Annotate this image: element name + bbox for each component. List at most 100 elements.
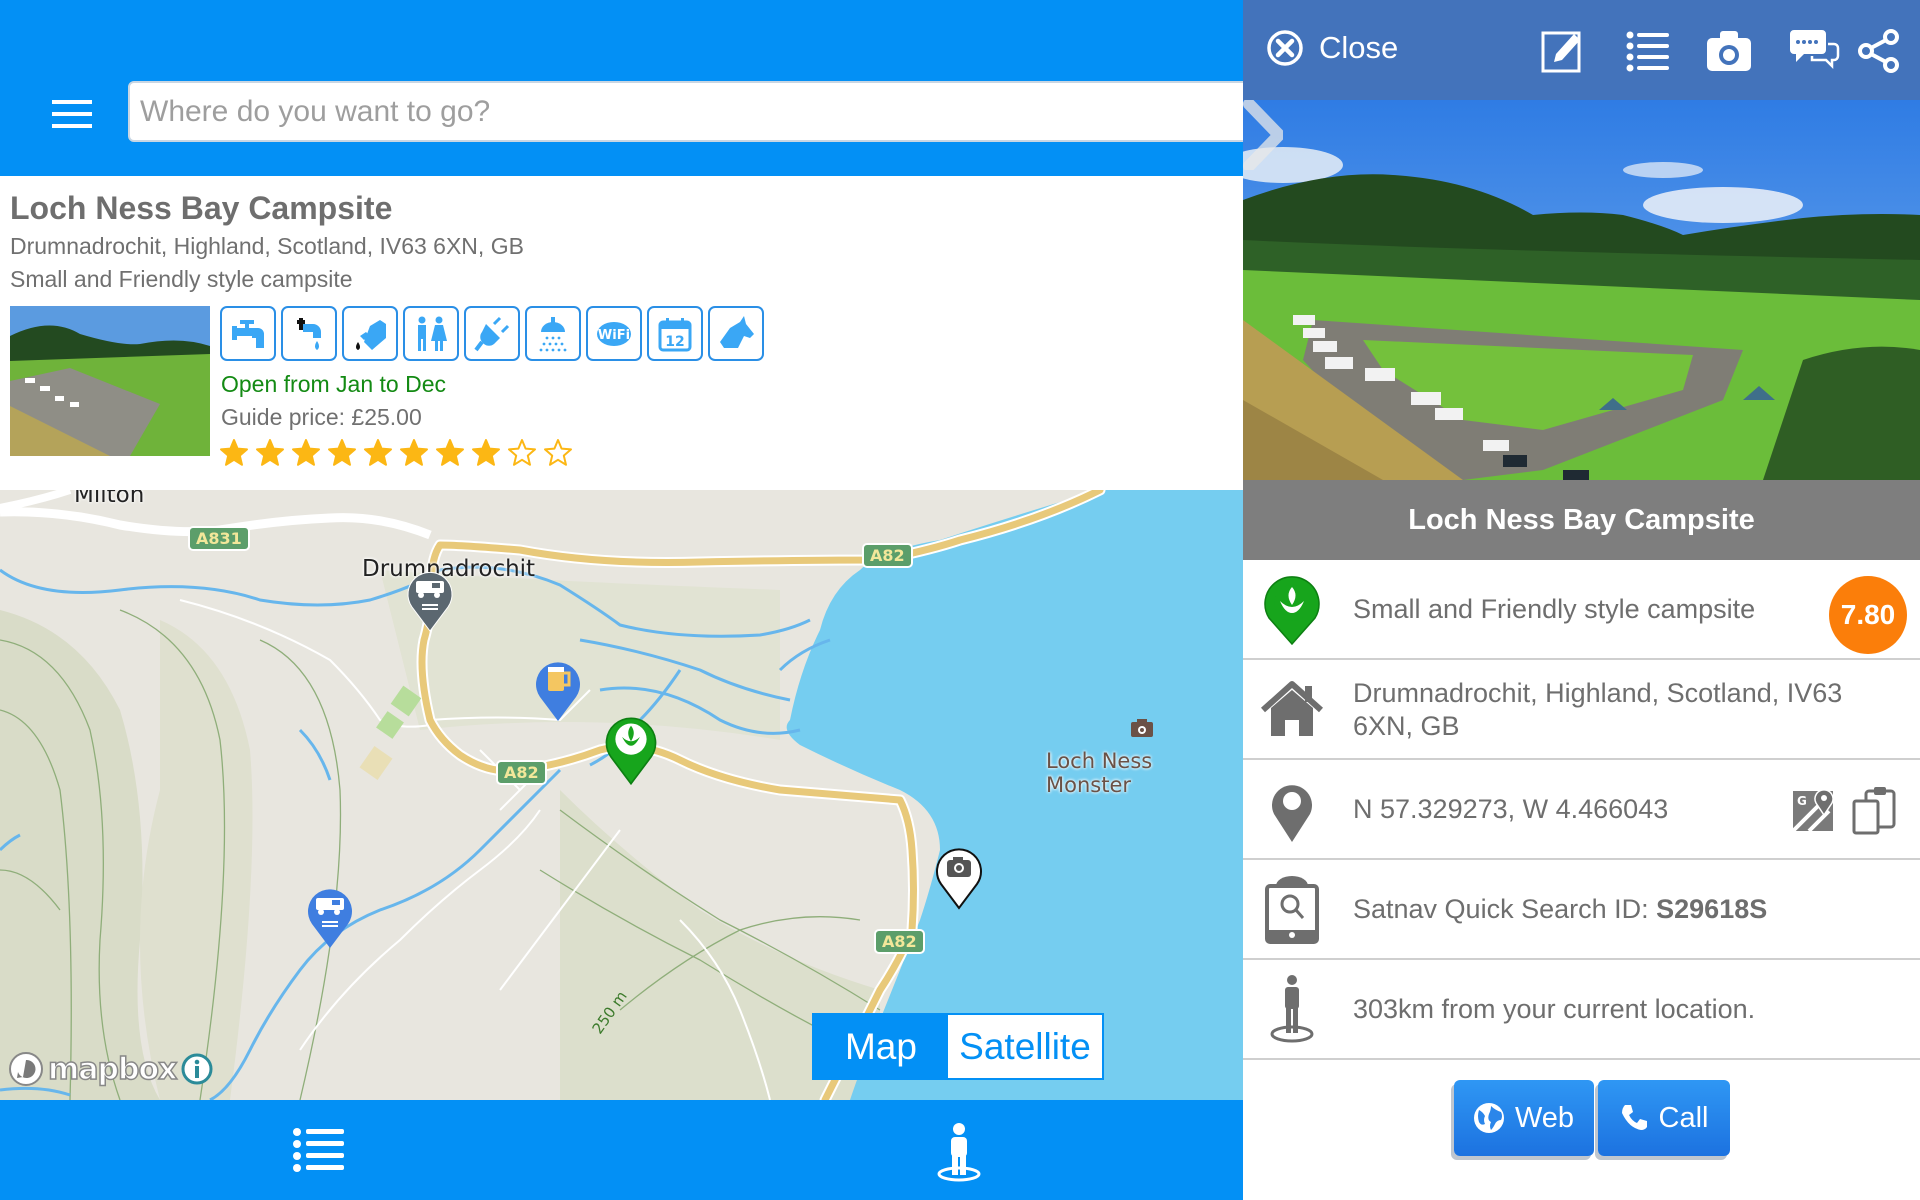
photo-gallery[interactable] (1243, 100, 1920, 480)
phone-icon (1621, 1105, 1647, 1130)
amenity-electric-hookup[interactable] (464, 306, 520, 361)
listing-address: Drumnadrochit, Highland, Scotland, IV63 … (10, 233, 524, 259)
satnav-search-icon (1265, 876, 1319, 944)
distance-person-icon (1270, 975, 1314, 1043)
motorhome-service-pin[interactable] (404, 565, 456, 633)
amenity-showers[interactable] (525, 306, 581, 361)
address-text: Drumnadrochit, Highland, Scotland, IV63 … (1353, 678, 1843, 741)
grey-water-disposal-icon (297, 317, 321, 350)
home-icon (1260, 681, 1324, 736)
amenity-dogs-allowed[interactable] (708, 306, 764, 361)
pub-pin[interactable] (532, 655, 584, 723)
star-filled-icon (400, 439, 428, 466)
panel-header: Close (1243, 0, 1920, 100)
svg-text:G: G (1797, 794, 1807, 808)
water-tap-icon (232, 319, 264, 348)
open-all-year-icon: 12 (658, 317, 692, 351)
bottom-bar (0, 1100, 1243, 1200)
chemical-disposal-icon (356, 319, 386, 350)
search-input[interactable] (128, 81, 1243, 142)
info-icon[interactable] (180, 1052, 214, 1086)
star-filled-icon (364, 439, 392, 466)
hamburger-line (52, 124, 92, 128)
mapbox-logo-icon (9, 1052, 43, 1086)
edit-icon[interactable] (1540, 28, 1586, 74)
next-photo-arrow-icon[interactable] (1243, 100, 1283, 170)
address-row: Drumnadrochit, Highland, Scotland, IV63 … (1243, 660, 1920, 760)
svg-text:WiFi: WiFi (598, 328, 630, 343)
road-shield-a82: A82 (862, 543, 913, 568)
gallery-photo (1243, 100, 1920, 480)
place-label-loch-ness-monster[interactable]: Loch Ness Monster (1046, 749, 1243, 797)
campsite-selected-pin[interactable] (602, 710, 660, 786)
menu-button[interactable] (52, 100, 92, 128)
camera-icon[interactable] (1706, 28, 1752, 74)
poi-camera-icon[interactable] (1130, 718, 1154, 738)
action-buttons: Web Call (1243, 1080, 1920, 1156)
satnav-text: Satnav Quick Search ID: S29618S (1353, 893, 1767, 926)
listing-card[interactable]: Loch Ness Bay Campsite Drumnadrochit, Hi… (0, 176, 1243, 490)
photo-spot-pin[interactable] (933, 842, 985, 910)
star-empty-icon (508, 439, 536, 466)
star-filled-icon (292, 439, 320, 466)
amenity-list: WiFi 12 (220, 306, 764, 361)
web-label: Web (1514, 1101, 1575, 1134)
map-type-toggle: Map Satellite (812, 1013, 1104, 1080)
coordinates-row: N 57.329273, W 4.466043 G (1243, 760, 1920, 860)
call-button[interactable]: Call (1597, 1080, 1730, 1156)
listing-thumbnail[interactable] (10, 306, 210, 456)
reviews-icon[interactable] (1788, 28, 1840, 74)
amenity-water-tap[interactable] (220, 306, 276, 361)
road-shield-a831: A831 (188, 526, 250, 551)
web-button[interactable]: Web (1453, 1080, 1594, 1156)
star-rating (219, 438, 573, 468)
map-canvas[interactable]: 250 m Milton Drumnadrochit Loch Ness Mon… (0, 490, 1243, 1100)
mapbox-attribution[interactable]: mapbox (8, 1051, 214, 1087)
share-icon[interactable] (1856, 28, 1902, 74)
list-view-icon[interactable] (292, 1126, 346, 1174)
wifi-icon: WiFi (597, 321, 631, 346)
listing-style: Small and Friendly style campsite (10, 266, 353, 292)
road-shield-a82: A82 (496, 760, 547, 785)
star-filled-icon (436, 439, 464, 466)
google-maps-icon[interactable]: G (1791, 785, 1837, 833)
map-type-map-button[interactable]: Map (814, 1015, 948, 1078)
map-view: Loch Ness Bay Campsite Drumnadrochit, Hi… (0, 0, 1243, 1200)
road-shield-a82: A82 (874, 929, 925, 954)
panel-title: Loch Ness Bay Campsite (1408, 503, 1755, 536)
close-icon (1267, 30, 1303, 66)
star-filled-icon (328, 439, 356, 466)
amenity-wifi[interactable]: WiFi (586, 306, 642, 361)
open-period: Open from Jan to Dec (221, 371, 446, 397)
star-empty-icon (544, 439, 572, 466)
copy-clipboard-icon[interactable] (1852, 785, 1896, 835)
map-type-satellite-button[interactable]: Satellite (947, 1015, 1102, 1078)
motorhome-service-pin[interactable] (304, 882, 356, 950)
call-label: Call (1658, 1101, 1709, 1134)
mapbox-wordmark: mapbox (47, 1051, 178, 1088)
amenity-toilets[interactable] (403, 306, 459, 361)
satnav-row: Satnav Quick Search ID: S29618S (1243, 860, 1920, 960)
style-row: Small and Friendly style campsite 7.80 (1243, 560, 1920, 660)
style-text: Small and Friendly style campsite (1353, 594, 1756, 624)
my-location-icon[interactable] (935, 1122, 983, 1184)
toilets-icon (418, 316, 447, 351)
location-pin-icon (1272, 785, 1312, 842)
satnav-label: Satnav Quick Search ID: (1353, 894, 1657, 924)
star-filled-icon (220, 439, 248, 466)
star-filled-icon (472, 439, 500, 466)
close-button[interactable]: Close (1265, 28, 1398, 68)
amenity-grey-water[interactable] (281, 306, 337, 361)
detail-panel: Close Loch Ness Bay Campsite Small and F… (1243, 0, 1920, 1200)
amenity-open-all-year[interactable]: 12 (647, 306, 703, 361)
listing-title: Loch Ness Bay Campsite (10, 190, 393, 226)
globe-icon (1473, 1103, 1504, 1133)
distance-text: 303km from your current location. (1353, 994, 1756, 1024)
place-label-milton: Milton (74, 490, 145, 508)
dogs-allowed-icon (720, 315, 754, 348)
electric-hookup-icon (474, 316, 510, 351)
list-icon[interactable] (1625, 28, 1671, 74)
amenity-chemical-disposal[interactable] (342, 306, 398, 361)
close-label: Close (1319, 30, 1399, 65)
satnav-id: S29618S (1656, 894, 1768, 924)
